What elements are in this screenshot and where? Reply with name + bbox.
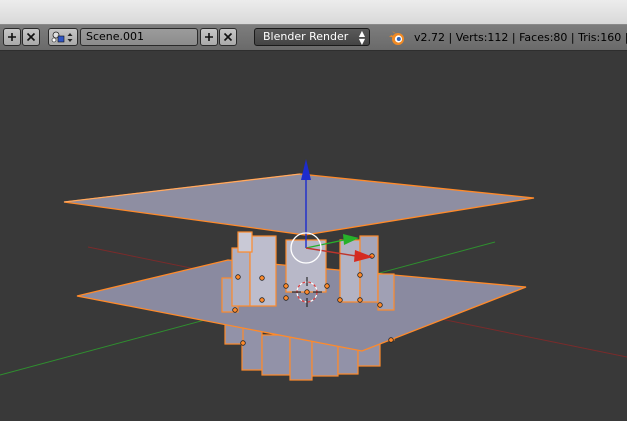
plus-icon (205, 33, 213, 41)
scene-statistics: v2.72 | Verts:112 | Faces:80 | Tris:160 … (414, 31, 627, 44)
render-engine-select[interactable]: Blender Render ▲ ▼ (254, 28, 370, 46)
up-down-arrows-icon: ▲ ▼ (358, 29, 365, 46)
scene-name-field[interactable]: Scene.001 (80, 28, 198, 46)
window-top-strip (0, 0, 627, 25)
add-scene-button[interactable] (200, 28, 218, 46)
blender-logo-icon (389, 31, 404, 45)
delete-scene-button[interactable] (219, 28, 237, 46)
remove-screen-button[interactable] (22, 28, 40, 46)
x-icon (26, 32, 36, 42)
x-icon (223, 32, 233, 42)
plus-icon (8, 33, 16, 41)
scene-selector-button[interactable] (48, 28, 78, 46)
add-screen-button[interactable] (3, 28, 21, 46)
info-header: Scene.001 Blender Render ▲ ▼ v2.72 | Vert… (0, 25, 627, 51)
render-engine-label: Blender Render (263, 30, 349, 43)
z-arrow-icon[interactable] (301, 159, 311, 180)
3d-viewport[interactable] (0, 52, 627, 421)
top-plane-mesh[interactable] (63, 173, 535, 236)
scene-icon (51, 31, 73, 43)
